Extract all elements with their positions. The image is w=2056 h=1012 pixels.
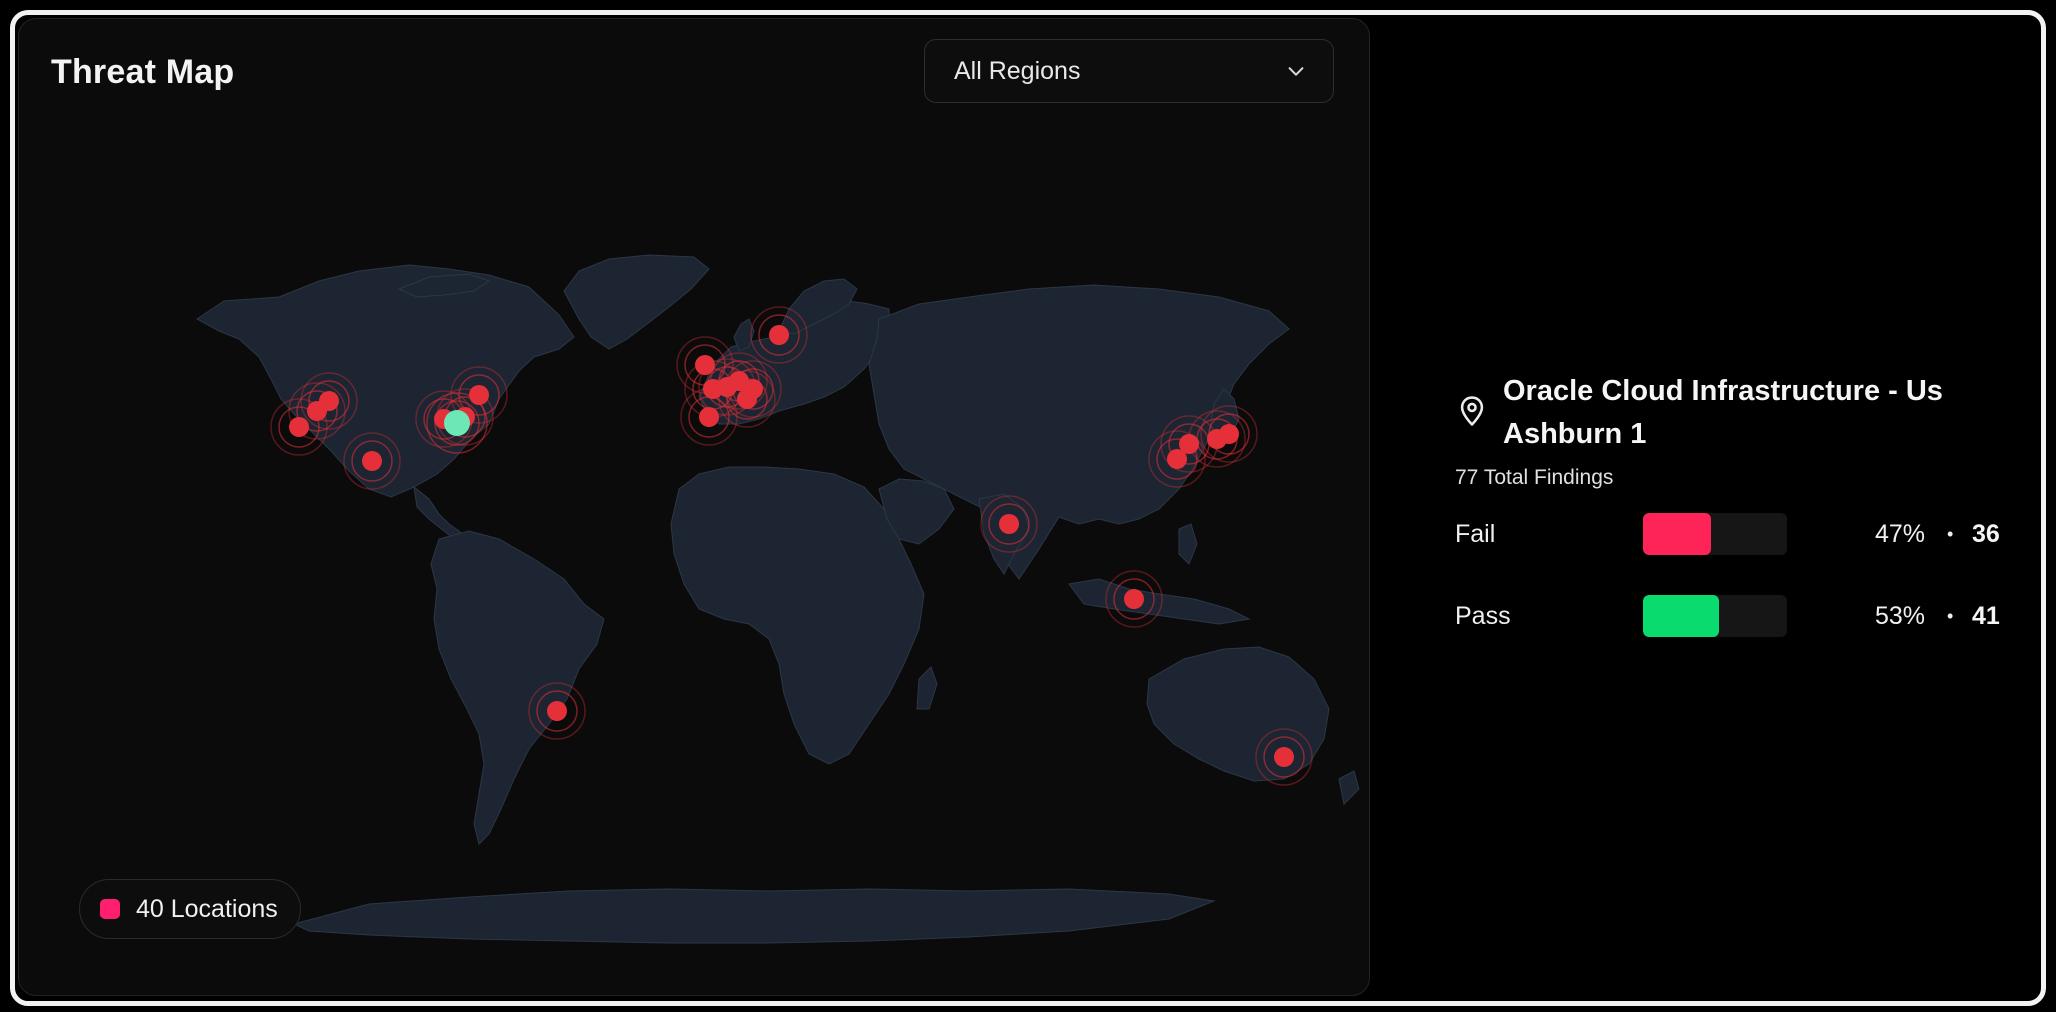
marker-dot [547, 701, 567, 721]
madagascar [916, 666, 938, 710]
marker-dot [319, 391, 339, 411]
brazil-marker[interactable] [528, 682, 586, 740]
stat-separator: • [1947, 523, 1954, 544]
spain-marker[interactable] [680, 388, 738, 446]
marker-dot [362, 451, 382, 471]
location-detail-panel: Oracle Cloud Infrastructure - Us Ashburn… [1455, 370, 2015, 638]
marker-dot [1219, 424, 1239, 444]
stat-row-fail: Fail 47% • 36 [1455, 512, 2015, 556]
threat-map-card: Threat Map All Regions 40 Locations [18, 18, 1370, 996]
stat-row-pass: Pass 53% • 41 [1455, 594, 2015, 638]
singapore-marker[interactable] [1105, 570, 1163, 628]
italy-marker[interactable] [718, 370, 776, 428]
fail-bar-fill [1643, 513, 1711, 555]
philippines [1178, 523, 1198, 565]
greenland [563, 254, 710, 350]
australia [1146, 646, 1330, 782]
us-west-marker-c[interactable] [270, 398, 328, 456]
sweden-marker[interactable] [750, 306, 808, 364]
marker-dot [999, 514, 1019, 534]
marker-dot [444, 410, 470, 436]
south-america [430, 530, 605, 845]
locations-count: 40 Locations [136, 894, 278, 923]
marker-dot [1274, 747, 1294, 767]
antarctica [292, 888, 1216, 944]
map-pin-icon [1460, 396, 1484, 426]
new-zealand [1338, 770, 1360, 806]
marker-dot [699, 407, 719, 427]
stat-separator: • [1947, 605, 1954, 626]
locations-legend: 40 Locations [79, 879, 301, 939]
pass-bar-fill [1643, 595, 1720, 637]
central-america [413, 485, 469, 542]
north-america [196, 264, 575, 498]
total-findings: 77 Total Findings [1455, 466, 1614, 489]
marker-dot [769, 325, 789, 345]
marker-dot [737, 389, 757, 409]
location-name: Oracle Cloud Infrastructure - Us Ashburn… [1503, 375, 1943, 450]
stat-percent: 47% [1875, 519, 1926, 548]
stat-label: Fail [1455, 519, 1496, 548]
marker-dot [289, 417, 309, 437]
pass-bar [1643, 595, 1787, 637]
stat-label: Pass [1455, 601, 1511, 630]
legend-swatch [100, 899, 120, 919]
stat-count: 36 [1972, 519, 2000, 548]
australia-marker[interactable] [1255, 728, 1313, 786]
stat-percent: 53% [1875, 601, 1926, 630]
world-map [196, 254, 1360, 944]
world-landmass [196, 254, 1360, 944]
stat-count: 41 [1972, 601, 2000, 630]
location-header: Oracle Cloud Infrastructure - Us Ashburn… [1455, 370, 2015, 456]
mexico-marker[interactable] [343, 432, 401, 490]
japan-marker-b[interactable] [1200, 405, 1258, 463]
fail-bar [1643, 513, 1787, 555]
india-marker[interactable] [980, 495, 1038, 553]
marker-dot [1124, 589, 1144, 609]
